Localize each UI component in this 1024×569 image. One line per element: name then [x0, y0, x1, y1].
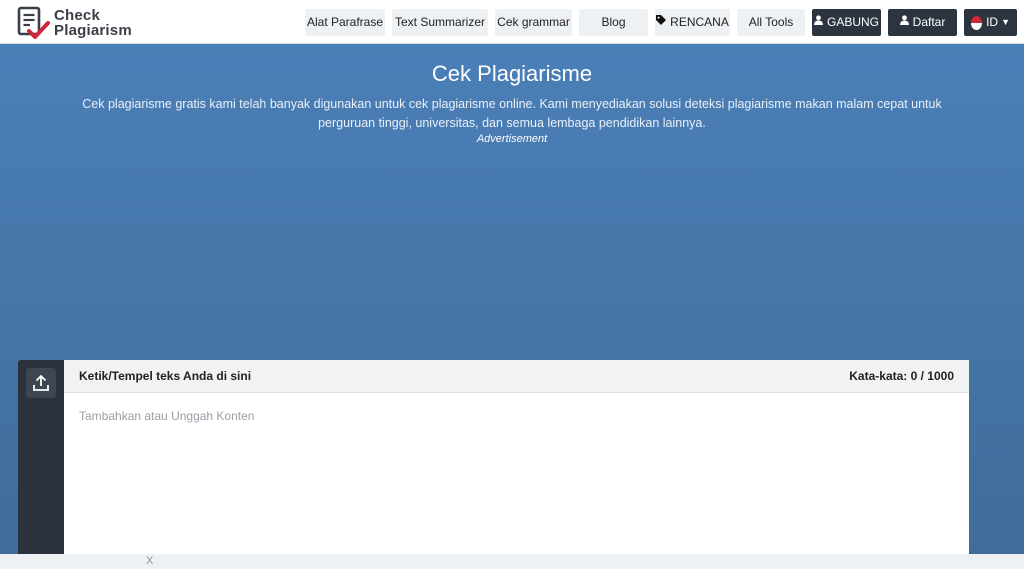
register-button[interactable]: Daftar — [888, 9, 957, 36]
chevron-down-icon: ▼ — [1001, 17, 1010, 27]
logo-document-check-icon — [16, 6, 50, 40]
user-icon — [814, 9, 823, 36]
join-button[interactable]: GABUNG — [812, 9, 881, 36]
user-icon — [899, 9, 909, 36]
nav-blog[interactable]: Blog — [579, 9, 648, 36]
nav-label: Text Summarizer — [394, 15, 486, 29]
language-label: ID — [986, 15, 999, 29]
nav-all-tools[interactable]: All Tools — [737, 9, 805, 36]
upload-button[interactable] — [26, 368, 56, 398]
nav-alat-parafrase[interactable]: Alat Parafrase — [305, 9, 385, 36]
content-input[interactable] — [64, 393, 969, 569]
logo-text-line1: Check — [54, 7, 101, 24]
logo-text-line2: Plagiarism — [54, 22, 132, 39]
register-label: Daftar — [912, 15, 946, 29]
bottom-ad-strip: X — [0, 554, 1024, 569]
nav-label: Cek grammar — [497, 15, 570, 29]
nav-label: All Tools — [748, 15, 794, 29]
main-nav: Alat Parafrase Text Summarizer Cek gramm… — [305, 9, 1017, 36]
editor-header: Ketik/Tempel teks Anda di sini Kata-kata… — [64, 360, 969, 393]
top-navbar: Check Plagiarism Alat Parafrase Text Sum… — [0, 0, 1024, 44]
nav-label: RENCANA — [670, 15, 729, 29]
page-title: Cek Plagiarisme — [431, 61, 593, 86]
nav-rencana[interactable]: RENCANA — [655, 9, 730, 36]
site-logo[interactable]: Check Plagiarism — [16, 6, 132, 40]
advertisement-label: Advertisement — [476, 133, 548, 145]
join-label: GABUNG — [827, 15, 880, 29]
word-counter: Kata-kata: 0 / 1000 — [849, 369, 954, 383]
language-select[interactable]: ID ▼ — [964, 9, 1017, 36]
page-description: Cek plagiarisme gratis kami telah banyak… — [82, 97, 942, 130]
indonesia-flag-icon — [971, 15, 983, 30]
tag-icon — [656, 9, 667, 36]
nav-cek-grammar[interactable]: Cek grammar — [495, 9, 572, 36]
editor-hint: Ketik/Tempel teks Anda di sini — [79, 369, 252, 383]
nav-label: Alat Parafrase — [306, 15, 384, 29]
text-editor-card: Ketik/Tempel teks Anda di sini Kata-kata… — [64, 360, 969, 569]
nav-label: Blog — [601, 15, 626, 29]
close-ad-button[interactable]: X — [146, 555, 153, 567]
upload-sidebar — [18, 360, 64, 569]
nav-text-summarizer[interactable]: Text Summarizer — [392, 9, 488, 36]
upload-icon — [33, 375, 49, 391]
